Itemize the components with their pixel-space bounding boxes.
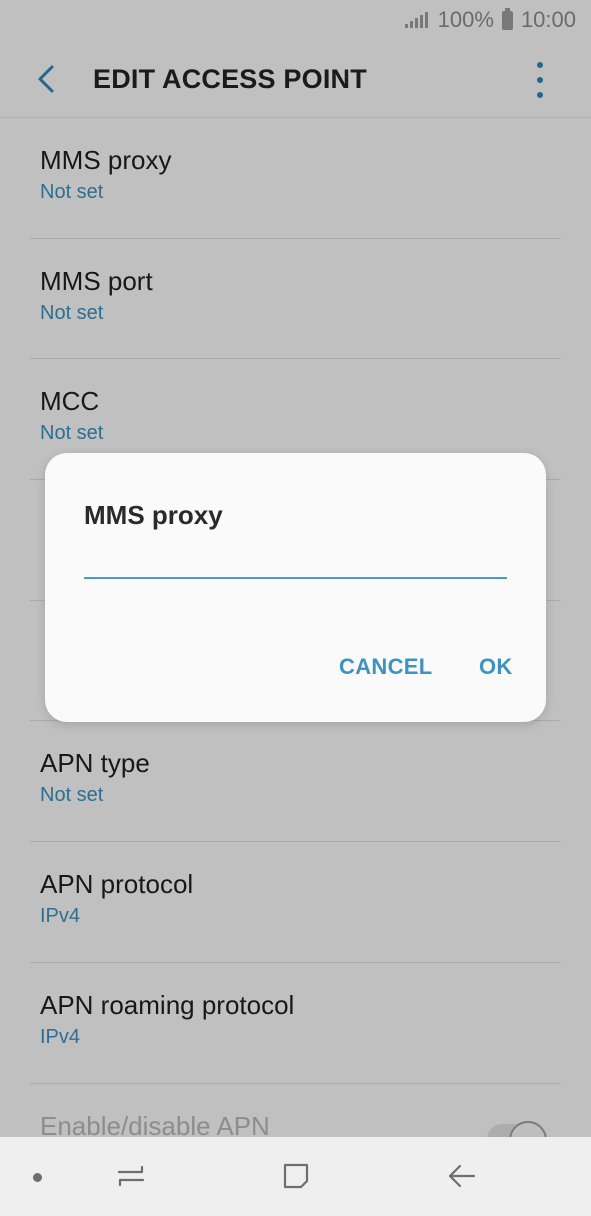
screen: 100% 10:00 EDIT ACCESS POINT MMS proxy N… (0, 0, 591, 1216)
ok-button[interactable]: OK (479, 654, 513, 680)
home-icon[interactable] (281, 1161, 311, 1191)
back-icon[interactable] (446, 1161, 478, 1191)
navigation-bar (0, 1137, 591, 1216)
dialog-title: MMS proxy (84, 500, 223, 530)
nav-dot-icon[interactable] (33, 1173, 42, 1182)
mms-proxy-dialog: MMS proxy CANCEL OK (45, 453, 546, 722)
recent-apps-icon[interactable] (114, 1161, 148, 1191)
cancel-button[interactable]: CANCEL (339, 654, 432, 680)
mms-proxy-input[interactable] (84, 541, 507, 579)
